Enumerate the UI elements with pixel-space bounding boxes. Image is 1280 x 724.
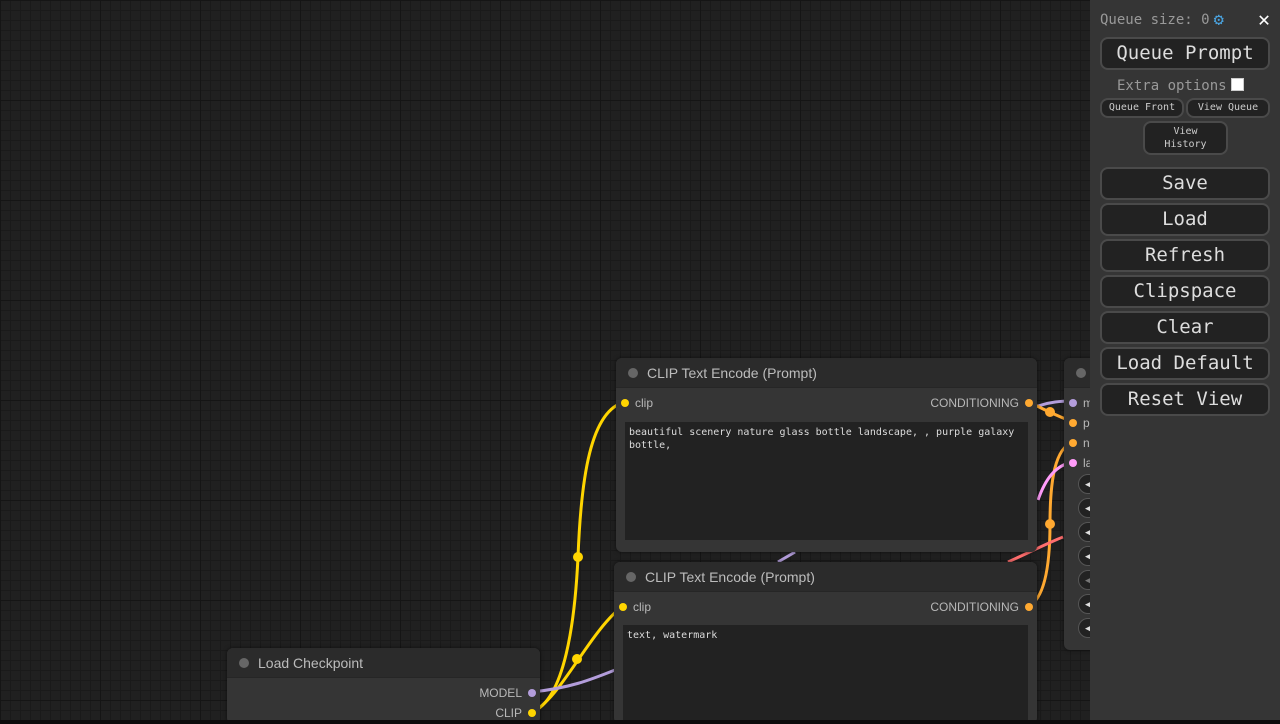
orange-pin-icon[interactable]	[1025, 603, 1033, 611]
slot-label: CLIP	[495, 706, 522, 720]
slot-label: CONDITIONING	[930, 600, 1019, 614]
clip-text-encode-node-negative[interactable]: CLIP Text Encode (Prompt) clip CONDITION…	[614, 562, 1037, 724]
queue-prompt-button[interactable]: Queue Prompt	[1100, 37, 1270, 70]
lavender-pin-icon[interactable]	[1069, 399, 1077, 407]
queue-size: Queue size: 0 ⚙	[1100, 10, 1224, 30]
gear-icon[interactable]: ⚙	[1214, 10, 1224, 30]
save-button[interactable]: Save	[1100, 167, 1270, 200]
prompt-textarea[interactable]: beautiful scenery nature glass bottle la…	[625, 422, 1028, 540]
node-title: CLIP Text Encode (Prompt)	[645, 568, 815, 585]
node-header[interactable]: Load Checkpoint	[227, 648, 540, 678]
clear-button[interactable]: Clear	[1100, 311, 1270, 344]
collapse-dot-icon[interactable]	[239, 657, 249, 668]
wire-midpoint	[1045, 519, 1055, 529]
yellow-pin-icon[interactable]	[619, 603, 627, 611]
output-slot-model[interactable]: MODEL	[479, 684, 536, 702]
input-slot-positive[interactable]: p	[1069, 414, 1090, 432]
slot-label: p	[1083, 416, 1090, 430]
input-slot-clip[interactable]: clip	[619, 598, 651, 616]
input-slot-latent[interactable]: la	[1069, 454, 1092, 472]
slot-label: clip	[635, 396, 654, 410]
wire-model-upper	[777, 550, 796, 564]
slot-label: clip	[633, 600, 652, 614]
wire-midpoint	[572, 654, 582, 664]
output-slot-conditioning[interactable]: CONDITIONING	[930, 394, 1033, 412]
slot-label: MODEL	[479, 686, 522, 700]
view-history-button[interactable]: View History	[1143, 121, 1228, 155]
wire-model	[531, 668, 616, 694]
orange-pin-icon[interactable]	[1025, 399, 1033, 407]
extra-options-label: Extra options	[1117, 78, 1227, 94]
input-slot-clip[interactable]: clip	[621, 394, 653, 412]
bottom-bar	[0, 720, 1280, 724]
node-header[interactable]: CLIP Text Encode (Prompt)	[616, 358, 1037, 388]
collapse-dot-icon[interactable]	[626, 571, 636, 582]
close-icon[interactable]: ✕	[1258, 7, 1270, 31]
collapse-dot-icon[interactable]	[628, 367, 638, 378]
slot-label: CONDITIONING	[930, 396, 1019, 410]
input-slot-negative[interactable]: n	[1069, 434, 1090, 452]
node-title: CLIP Text Encode (Prompt)	[647, 364, 817, 381]
load-checkpoint-node[interactable]: Load Checkpoint MODEL CLIP	[227, 648, 540, 724]
refresh-button[interactable]: Refresh	[1100, 239, 1270, 272]
load-button[interactable]: Load	[1100, 203, 1270, 236]
extra-options-checkbox[interactable]	[1230, 77, 1244, 91]
pink-pin-icon[interactable]	[1069, 459, 1077, 467]
yellow-pin-icon[interactable]	[528, 709, 536, 717]
node-header[interactable]: CLIP Text Encode (Prompt)	[614, 562, 1037, 592]
orange-pin-icon[interactable]	[1069, 439, 1077, 447]
yellow-pin-icon[interactable]	[621, 399, 629, 407]
extra-options[interactable]: Extra options	[1117, 77, 1244, 94]
clip-text-encode-node-positive[interactable]: CLIP Text Encode (Prompt) clip CONDITION…	[616, 358, 1037, 552]
output-slot-conditioning[interactable]: CONDITIONING	[930, 598, 1033, 616]
side-menu: Queue size: 0 ⚙ ✕ Queue Prompt Extra opt…	[1090, 0, 1280, 720]
view-queue-button[interactable]: View Queue	[1186, 98, 1270, 118]
slot-label: n	[1083, 436, 1090, 450]
wire-midpoint	[573, 552, 583, 562]
lavender-pin-icon[interactable]	[528, 689, 536, 697]
wire-midpoint	[1045, 407, 1055, 417]
queue-size-label: Queue size: 0	[1100, 12, 1210, 28]
orange-pin-icon[interactable]	[1069, 419, 1077, 427]
load-default-button[interactable]: Load Default	[1100, 347, 1270, 380]
reset-view-button[interactable]: Reset View	[1100, 383, 1270, 416]
clipspace-button[interactable]: Clipspace	[1100, 275, 1270, 308]
queue-front-button[interactable]: Queue Front	[1100, 98, 1184, 118]
collapse-dot-icon[interactable]	[1076, 367, 1086, 378]
prompt-textarea[interactable]: text, watermark	[623, 625, 1028, 724]
node-title: Load Checkpoint	[258, 654, 364, 671]
